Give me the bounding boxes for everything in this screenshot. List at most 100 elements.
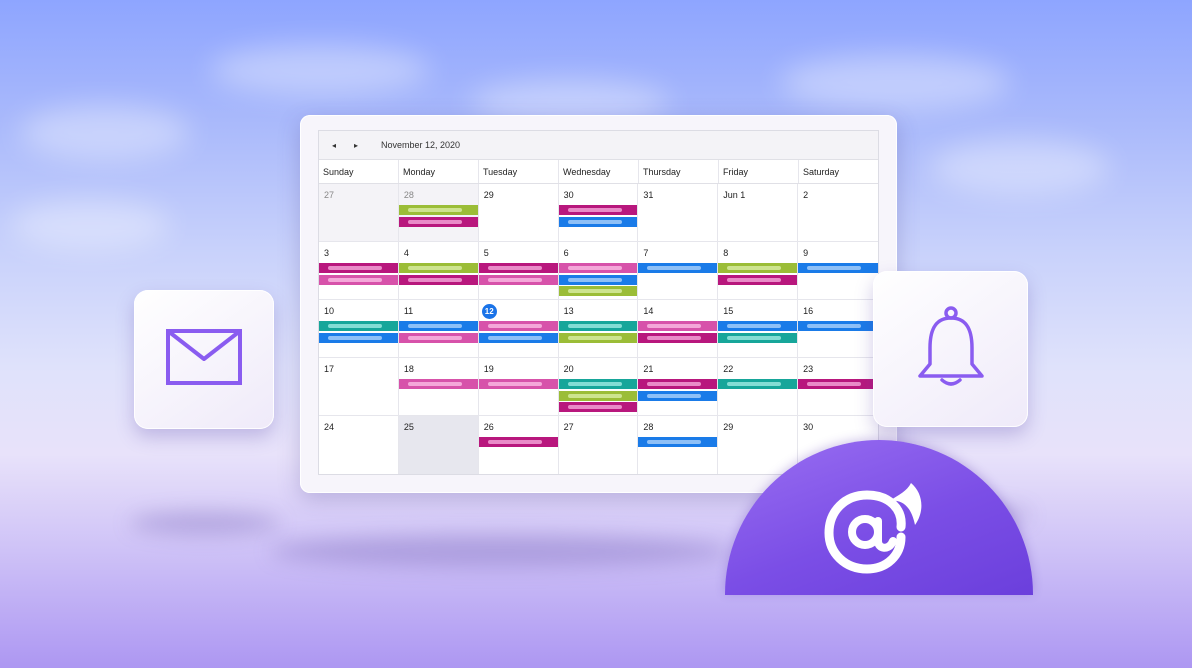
event-bar[interactable] xyxy=(558,402,638,412)
event-bar[interactable] xyxy=(638,437,718,447)
event-bar[interactable] xyxy=(558,216,638,227)
event-title-placeholder xyxy=(567,382,622,386)
event-bar[interactable] xyxy=(398,274,478,285)
event-bar[interactable] xyxy=(638,321,718,331)
day-number: 11 xyxy=(403,306,414,316)
event-bar[interactable] xyxy=(558,286,638,296)
day-cell[interactable]: 27 xyxy=(319,184,399,242)
event-bar[interactable] xyxy=(638,379,718,389)
day-cell[interactable]: 28 xyxy=(638,416,719,474)
event-bar[interactable] xyxy=(398,321,478,331)
event-list xyxy=(718,263,798,286)
event-list xyxy=(478,263,558,286)
day-cell[interactable]: 22 xyxy=(718,358,799,416)
current-date-label[interactable]: November 12, 2020 xyxy=(381,140,460,150)
cloud-decoration xyxy=(10,200,170,250)
blazor-logo-icon xyxy=(815,475,935,575)
event-bar[interactable] xyxy=(798,321,878,331)
day-cell[interactable]: 21 xyxy=(638,358,719,416)
day-cell[interactable]: 13 xyxy=(558,300,639,358)
day-cell[interactable]: 16 xyxy=(798,300,878,358)
mail-tile[interactable] xyxy=(134,290,274,429)
previous-button[interactable]: ◂ xyxy=(323,134,345,156)
day-cell[interactable]: 5 xyxy=(478,242,559,300)
day-cell[interactable]: 17 xyxy=(319,358,399,416)
event-bar[interactable] xyxy=(478,321,558,331)
event-bar[interactable] xyxy=(638,263,718,273)
day-cell[interactable]: 10 xyxy=(319,300,399,358)
day-cell[interactable]: 19 xyxy=(478,358,559,416)
event-bar[interactable] xyxy=(319,263,398,273)
event-list xyxy=(478,437,558,449)
event-bar[interactable] xyxy=(558,390,638,401)
event-bar[interactable] xyxy=(478,437,558,447)
event-bar[interactable] xyxy=(398,263,478,273)
day-cell[interactable]: 23 xyxy=(798,358,878,416)
day-cell[interactable]: 4 xyxy=(398,242,479,300)
day-cell[interactable]: 25 xyxy=(398,416,479,474)
event-bar[interactable] xyxy=(718,321,798,331)
event-bar[interactable] xyxy=(398,205,478,215)
event-bar[interactable] xyxy=(718,379,798,389)
day-cell[interactable]: 27 xyxy=(558,416,639,474)
event-bar[interactable] xyxy=(478,263,558,273)
day-cell[interactable]: 12 xyxy=(478,300,559,358)
day-cell[interactable]: Jun 1 xyxy=(718,184,799,242)
day-cell[interactable]: 3 xyxy=(319,242,399,300)
day-cell[interactable]: 7 xyxy=(638,242,719,300)
event-bar[interactable] xyxy=(319,332,398,343)
event-title-placeholder xyxy=(407,208,462,212)
event-bar[interactable] xyxy=(798,379,878,389)
weekday-header: Sunday Monday Tuesday Wednesday Thursday… xyxy=(319,160,878,184)
event-list xyxy=(478,379,558,391)
day-cell[interactable]: 14 xyxy=(638,300,719,358)
day-number: 28 xyxy=(403,190,414,200)
event-bar[interactable] xyxy=(798,263,878,273)
day-number: 8 xyxy=(723,248,729,258)
event-bar[interactable] xyxy=(558,274,638,285)
event-bar[interactable] xyxy=(558,332,638,343)
event-bar[interactable] xyxy=(319,321,398,331)
event-bar[interactable] xyxy=(638,332,718,343)
day-cell[interactable]: 9 xyxy=(798,242,878,300)
event-bar[interactable] xyxy=(478,274,558,285)
event-bar[interactable] xyxy=(718,263,798,273)
event-bar[interactable] xyxy=(718,274,798,285)
event-bar[interactable] xyxy=(558,205,638,215)
day-cell[interactable]: 24 xyxy=(319,416,399,474)
day-cell[interactable]: 31 xyxy=(638,184,719,242)
event-bar[interactable] xyxy=(398,332,478,343)
day-cell[interactable]: 2 xyxy=(798,184,878,242)
day-cell[interactable]: 15 xyxy=(718,300,799,358)
next-button[interactable]: ▸ xyxy=(345,134,367,156)
day-cell[interactable]: 6 xyxy=(558,242,639,300)
event-bar[interactable] xyxy=(478,332,558,343)
day-cell[interactable]: 11 xyxy=(398,300,479,358)
day-cell[interactable]: 28 xyxy=(398,184,479,242)
day-number: Jun 1 xyxy=(723,190,746,200)
event-list xyxy=(638,321,718,344)
bell-tile[interactable] xyxy=(873,271,1028,427)
event-title-placeholder xyxy=(407,277,462,282)
event-bar[interactable] xyxy=(398,379,478,389)
event-bar[interactable] xyxy=(319,274,398,285)
day-number: 2 xyxy=(803,190,809,200)
day-cell[interactable]: 29 xyxy=(718,416,799,474)
event-bar[interactable] xyxy=(478,379,558,389)
cloud-decoration xyxy=(930,140,1110,195)
day-number: 29 xyxy=(723,422,734,432)
day-cell[interactable]: 18 xyxy=(398,358,479,416)
day-cell[interactable]: 20 xyxy=(558,358,639,416)
day-cell[interactable]: 29 xyxy=(478,184,559,242)
event-bar[interactable] xyxy=(558,379,638,389)
event-bar[interactable] xyxy=(718,332,798,343)
event-bar[interactable] xyxy=(558,321,638,331)
day-cell[interactable]: 26 xyxy=(478,416,559,474)
event-bar[interactable] xyxy=(398,216,478,227)
event-bar[interactable] xyxy=(558,263,638,273)
day-cell[interactable]: 30 xyxy=(558,184,639,242)
day-cell[interactable]: 8 xyxy=(718,242,799,300)
event-title-placeholder xyxy=(567,324,622,328)
event-bar[interactable] xyxy=(638,390,718,401)
event-list xyxy=(558,379,638,414)
